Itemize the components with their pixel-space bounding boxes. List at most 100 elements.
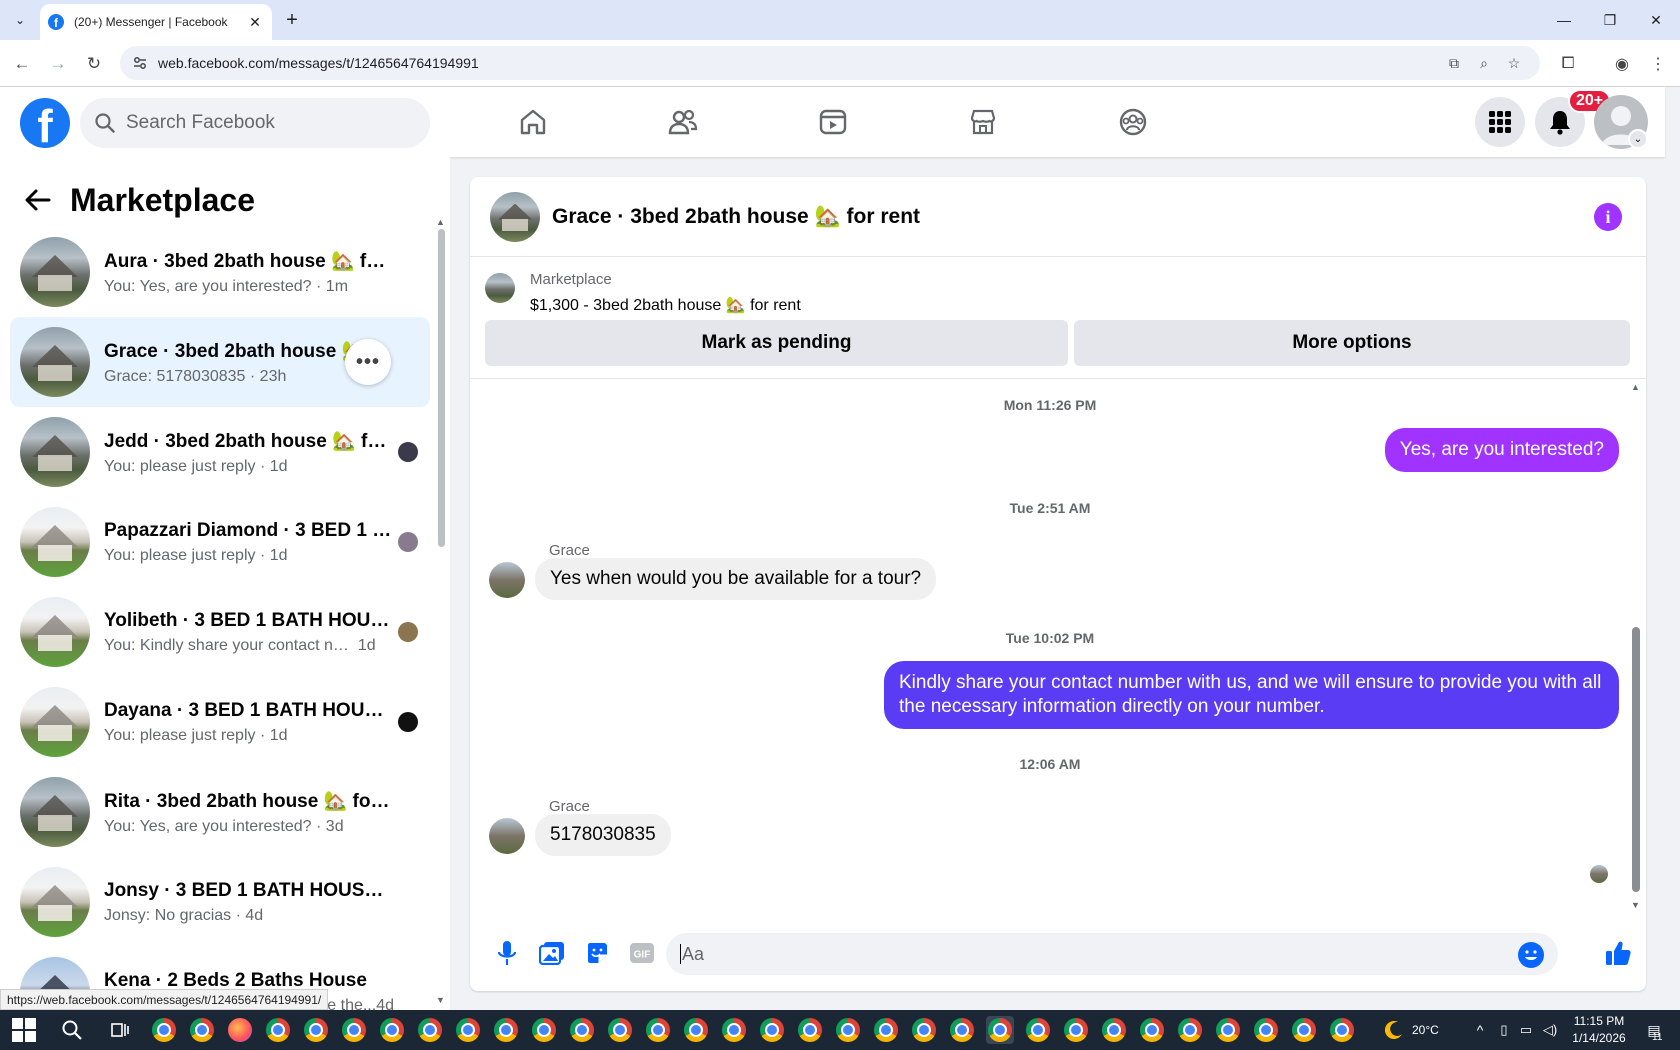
search-input[interactable]: Search Facebook bbox=[80, 98, 430, 148]
back-icon[interactable]: ← bbox=[9, 51, 35, 77]
scrollbar-thumb[interactable] bbox=[1632, 627, 1640, 892]
minimize-icon[interactable]: — bbox=[1541, 0, 1587, 40]
zoom-icon[interactable]: ⌕ bbox=[1474, 53, 1494, 73]
chrome-icon[interactable] bbox=[872, 1016, 900, 1044]
conversation-item[interactable]: Jonsy · 3 BED 1 BATH HOUSE AV... Jonsy: … bbox=[10, 857, 430, 947]
photo-icon[interactable] bbox=[534, 935, 570, 971]
chrome-icon[interactable] bbox=[264, 1016, 292, 1044]
bookmark-star-icon[interactable]: ☆ bbox=[1504, 53, 1524, 73]
scroll-down-icon[interactable]: ▼ bbox=[436, 995, 445, 1005]
like-thumbs-up-icon[interactable] bbox=[1600, 935, 1636, 971]
back-arrow-icon[interactable] bbox=[20, 182, 56, 218]
chrome-icon[interactable] bbox=[1100, 1016, 1128, 1044]
chrome-icon[interactable] bbox=[720, 1016, 748, 1044]
tab-close-icon[interactable]: ✕ bbox=[246, 14, 264, 31]
scroll-up-icon[interactable]: ▲ bbox=[436, 217, 445, 227]
info-icon[interactable]: i bbox=[1594, 203, 1622, 231]
outgoing-message[interactable]: Kindly share your contact number with us… bbox=[884, 661, 1619, 729]
volume-icon[interactable]: ◁) bbox=[1536, 1016, 1564, 1044]
account-chevron-down-icon[interactable]: ⌄ bbox=[1628, 129, 1648, 149]
chrome-icon[interactable] bbox=[834, 1016, 862, 1044]
chrome-icon[interactable] bbox=[758, 1016, 786, 1044]
chat-listing-thumbnail[interactable] bbox=[490, 191, 540, 242]
firefox-icon[interactable] bbox=[226, 1016, 254, 1044]
chrome-icon[interactable] bbox=[1290, 1016, 1318, 1044]
more-options-button[interactable]: More options bbox=[1074, 320, 1630, 366]
install-app-icon[interactable]: ⧉ bbox=[1444, 53, 1464, 73]
chrome-icon[interactable] bbox=[1328, 1016, 1356, 1044]
restore-icon[interactable]: ❐ bbox=[1587, 0, 1633, 40]
scrollbar-thumb[interactable] bbox=[438, 229, 445, 547]
forward-icon[interactable]: → bbox=[45, 51, 71, 77]
browser-menu-icon[interactable]: ⋮ bbox=[1645, 51, 1671, 77]
mark-as-pending-button[interactable]: Mark as pending bbox=[485, 320, 1068, 366]
message-input[interactable]: Aa bbox=[666, 933, 1558, 975]
conversation-item[interactable]: Dayana · 3 BED 1 BATH HOUSE... You: plea… bbox=[10, 677, 430, 767]
menu-grid-icon[interactable] bbox=[1475, 97, 1525, 147]
new-tab-icon[interactable]: + bbox=[280, 8, 304, 32]
chrome-icon[interactable] bbox=[606, 1016, 634, 1044]
microphone-icon[interactable] bbox=[489, 935, 525, 971]
address-bar[interactable]: web.facebook.com/messages/t/124656476419… bbox=[120, 46, 1540, 80]
taskbar-app-icon[interactable] bbox=[150, 1016, 178, 1044]
chrome-icon[interactable] bbox=[340, 1016, 368, 1044]
site-info-icon[interactable] bbox=[132, 55, 148, 71]
chrome-icon[interactable] bbox=[188, 1016, 216, 1044]
emoji-icon[interactable] bbox=[1518, 942, 1544, 968]
task-view-icon[interactable] bbox=[106, 1016, 134, 1044]
conversation-item-active[interactable]: Grace · 3bed 2bath house 🏡 fo... Grace: … bbox=[10, 317, 430, 407]
chrome-icon[interactable] bbox=[1176, 1016, 1204, 1044]
sidebar-scrollbar[interactable]: ▲ ▼ bbox=[436, 217, 446, 1007]
chrome-icon[interactable] bbox=[1252, 1016, 1280, 1044]
sender-avatar[interactable] bbox=[489, 562, 525, 598]
extensions-icon[interactable]: ⧠ bbox=[1555, 51, 1581, 77]
sender-avatar[interactable] bbox=[489, 818, 525, 854]
chrome-icon[interactable] bbox=[454, 1016, 482, 1044]
clock-date[interactable]: 1/14/2026 bbox=[1566, 1031, 1632, 1045]
chrome-icon[interactable] bbox=[568, 1016, 596, 1044]
windows-start-icon[interactable] bbox=[12, 1018, 36, 1042]
chrome-icon[interactable] bbox=[416, 1016, 444, 1044]
chrome-icon[interactable] bbox=[1062, 1016, 1090, 1044]
window-close-icon[interactable]: ✕ bbox=[1633, 0, 1679, 40]
chrome-icon[interactable] bbox=[1024, 1016, 1052, 1044]
conversation-item[interactable]: Yolibeth · 3 BED 1 BATH HOUS... You: Kin… bbox=[10, 587, 430, 677]
conversation-item[interactable]: Papazzari Diamond · 3 BED 1 B... You: pl… bbox=[10, 497, 430, 587]
facebook-logo-icon[interactable]: f bbox=[20, 98, 70, 148]
browser-tab-messenger[interactable]: f (20+) Messenger | Facebook ✕ bbox=[40, 4, 272, 40]
video-icon[interactable] bbox=[803, 99, 863, 145]
chat-scrollbar[interactable]: ▲ ▼ bbox=[1630, 382, 1642, 912]
weather-moon-icon[interactable] bbox=[1380, 1016, 1408, 1044]
chrome-icon[interactable] bbox=[1214, 1016, 1242, 1044]
listing-title[interactable]: $1,300 - 3bed 2bath house 🏡 for rent bbox=[530, 295, 801, 315]
incoming-message[interactable]: Yes when would you be available for a to… bbox=[535, 558, 937, 600]
conversation-item[interactable]: Aura · 3bed 2bath house 🏡 for r... You: … bbox=[10, 227, 430, 317]
conversation-item[interactable]: Rita · 3bed 2bath house 🏡 for r... You: … bbox=[10, 767, 430, 857]
marketplace-icon[interactable] bbox=[953, 99, 1013, 145]
chrome-icon-active[interactable] bbox=[986, 1016, 1014, 1044]
reload-icon[interactable]: ↻ bbox=[81, 51, 107, 77]
chrome-icon[interactable] bbox=[378, 1016, 406, 1044]
scroll-up-icon[interactable]: ▲ bbox=[1631, 382, 1640, 392]
home-icon[interactable] bbox=[503, 99, 563, 145]
incoming-message[interactable]: 5178030835 bbox=[535, 814, 671, 856]
sticker-icon[interactable] bbox=[579, 935, 615, 971]
friends-icon[interactable] bbox=[653, 99, 713, 145]
chat-title[interactable]: Grace · 3bed 2bath house 🏡 for rent bbox=[552, 205, 920, 229]
gif-icon[interactable]: GIF bbox=[624, 935, 660, 971]
conversation-item[interactable]: Jedd · 3bed 2bath house 🏡 fo... You: ple… bbox=[10, 407, 430, 497]
groups-icon[interactable] bbox=[1103, 99, 1163, 145]
profile-icon[interactable]: ◉ bbox=[1609, 51, 1635, 77]
outgoing-message[interactable]: Yes, are you interested? bbox=[1384, 428, 1619, 472]
conversation-more-options-icon[interactable]: ••• bbox=[345, 339, 391, 385]
chrome-icon[interactable] bbox=[644, 1016, 672, 1044]
chrome-icon[interactable] bbox=[910, 1016, 938, 1044]
chrome-icon[interactable] bbox=[530, 1016, 558, 1044]
tab-search-icon[interactable]: ⌄ bbox=[8, 8, 32, 32]
clock-time[interactable]: 11:15 PM bbox=[1566, 1014, 1632, 1028]
chrome-icon[interactable] bbox=[302, 1016, 330, 1044]
scroll-down-icon[interactable]: ▼ bbox=[1631, 900, 1640, 910]
taskbar-search-icon[interactable] bbox=[58, 1016, 86, 1044]
listing-thumbnail[interactable] bbox=[485, 273, 515, 303]
chrome-icon[interactable] bbox=[682, 1016, 710, 1044]
